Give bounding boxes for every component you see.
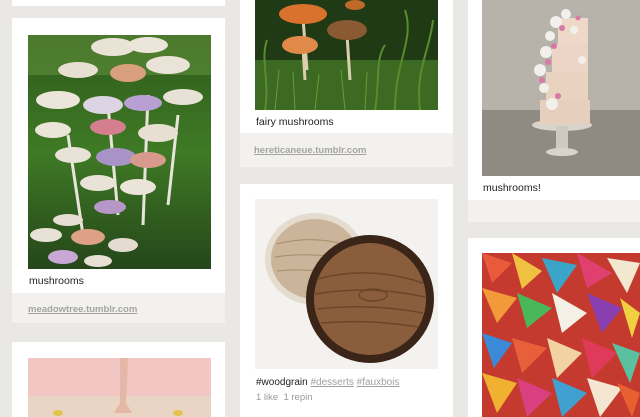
pin-source-bar: hereticaneue.tumblr.com xyxy=(240,133,453,167)
pin-card-mushroom-cake[interactable]: mushrooms! xyxy=(468,0,640,200)
pin-card-woodgrain[interactable]: #woodgrain #desserts #fauxbois 1 like 1 … xyxy=(240,184,453,417)
pin-source-link[interactable]: meadowtree.tumblr.com xyxy=(28,304,137,315)
pin-image-partial[interactable] xyxy=(28,358,211,417)
pin-caption: fairy mushrooms xyxy=(256,116,334,128)
pin-image-fairy-mushrooms[interactable] xyxy=(255,0,438,110)
pin-card-origami-cranes[interactable] xyxy=(468,238,640,417)
pin-image-mushrooms[interactable] xyxy=(28,35,211,269)
pin-image-origami-cranes[interactable] xyxy=(482,253,640,417)
pin-stats: 1 like 1 repin xyxy=(256,392,313,403)
pin-card-fairy-mushrooms[interactable]: fairy mushrooms xyxy=(240,0,453,133)
pin-card-top-left-remnant[interactable] xyxy=(12,0,225,6)
pin-image-mushroom-cake[interactable] xyxy=(482,0,640,176)
pin-image-woodgrain[interactable] xyxy=(255,199,438,369)
tag-woodgrain[interactable]: #woodgrain xyxy=(256,377,308,388)
pin-source-bar: meadowtree.tumblr.com xyxy=(12,293,225,323)
pin-source-bar xyxy=(468,200,640,222)
tag-desserts[interactable]: #desserts xyxy=(311,377,354,388)
pin-caption: mushrooms! xyxy=(483,182,541,194)
pin-card-mushrooms[interactable]: mushrooms xyxy=(12,18,225,293)
tag-fauxbois[interactable]: #fauxbois xyxy=(357,377,400,388)
pin-caption: mushrooms xyxy=(29,275,84,287)
pin-source-link[interactable]: hereticaneue.tumblr.com xyxy=(254,145,366,156)
pin-card-partial-bottom-left[interactable] xyxy=(12,342,225,417)
pin-tags: #woodgrain #desserts #fauxbois xyxy=(256,377,399,388)
